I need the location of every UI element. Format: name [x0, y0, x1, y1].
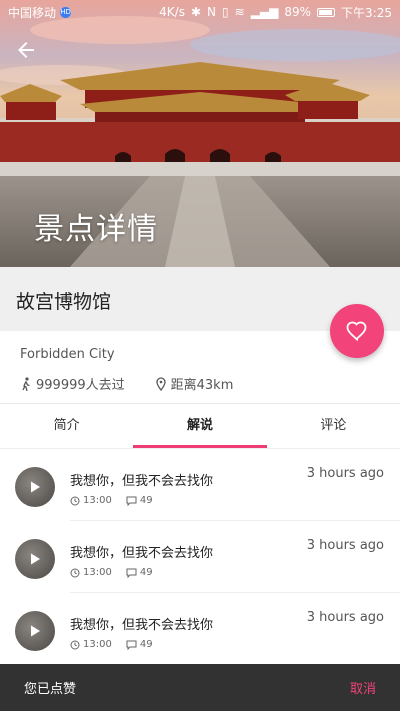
tab-commentary[interactable]: 解说 [133, 404, 267, 448]
play-button[interactable] [15, 611, 55, 651]
walking-icon [22, 376, 30, 391]
comment-icon [126, 640, 137, 650]
signal-icon: ▂▄▆ [250, 5, 279, 19]
audio-list: 我想你，但我不会去找你 3 hours ago 13:00 49 我想你，但我不… [0, 449, 400, 665]
hd-badge: HD [60, 6, 72, 18]
tab-bar: 简介 解说 评论 [0, 404, 400, 448]
english-name: Forbidden City [20, 347, 115, 362]
nfc-icon: N [207, 5, 217, 19]
item-title: 我想你，但我不会去找你 [70, 474, 214, 489]
clock-icon [70, 568, 80, 577]
item-comments: 49 [139, 567, 153, 578]
item-duration: 13:00 [83, 567, 112, 578]
play-icon [31, 625, 40, 637]
tab-comments[interactable]: 评论 [267, 404, 400, 448]
clock-icon [70, 640, 80, 649]
tab-intro[interactable]: 简介 [0, 404, 133, 448]
arrow-left-icon[interactable] [14, 38, 38, 62]
comment-icon [126, 568, 137, 578]
item-title: 我想你，但我不会去找你 [70, 618, 214, 633]
page-title: 景点详情 [34, 212, 158, 247]
visitors-count: 999999人去过 [20, 374, 125, 393]
play-icon [31, 553, 40, 565]
item-duration: 13:00 [83, 639, 112, 650]
item-title: 我想你，但我不会去找你 [70, 546, 214, 561]
battery-icon [317, 7, 336, 17]
list-item[interactable]: 我想你，但我不会去找你 3 hours ago 13:00 49 [0, 521, 400, 593]
list-item[interactable]: 我想你，但我不会去找你 3 hours ago 13:00 49 [0, 449, 400, 521]
distance: 距离43km [155, 374, 234, 393]
snackbar: 您已点赞 取消 [0, 664, 400, 711]
network-speed: 4K/s [159, 5, 185, 19]
hero-image: 中国移动 HD 4K/s ✱ N ▯ ≋ ▂▄▆ 89% 下午3:25 景点详情 [0, 0, 400, 267]
play-button[interactable] [15, 539, 55, 579]
list-item[interactable]: 我想你，但我不会去找你 3 hours ago 13:00 49 [0, 593, 400, 665]
visitors-text: 999999人去过 [36, 378, 125, 393]
vibrate-icon: ▯ [222, 5, 229, 19]
status-bar: 中国移动 HD 4K/s ✱ N ▯ ≋ ▂▄▆ 89% 下午3:25 [0, 0, 400, 24]
item-comments: 49 [139, 495, 153, 506]
wifi-icon: ≋ [234, 5, 245, 19]
item-time: 3 hours ago [306, 610, 384, 625]
distance-text: 距离43km [170, 378, 234, 393]
play-button[interactable] [15, 467, 55, 507]
snackbar-message: 您已点赞 [24, 682, 77, 697]
like-button[interactable] [330, 304, 384, 358]
item-comments: 49 [139, 639, 153, 650]
play-icon [31, 481, 40, 493]
item-time: 3 hours ago [306, 466, 384, 481]
item-time: 3 hours ago [306, 538, 384, 553]
battery-percent: 89% [284, 5, 312, 19]
location-pin-icon [155, 376, 166, 391]
carrier-label: 中国移动 [8, 5, 57, 20]
place-name: 故宫博物馆 [16, 291, 112, 313]
item-duration: 13:00 [83, 495, 112, 506]
undo-like-button[interactable]: 取消 [350, 678, 376, 697]
comment-icon [126, 496, 137, 506]
heart-icon [346, 321, 367, 342]
bluetooth-icon: ✱ [190, 5, 202, 19]
clock-icon [70, 496, 80, 505]
clock: 下午3:25 [341, 5, 392, 20]
